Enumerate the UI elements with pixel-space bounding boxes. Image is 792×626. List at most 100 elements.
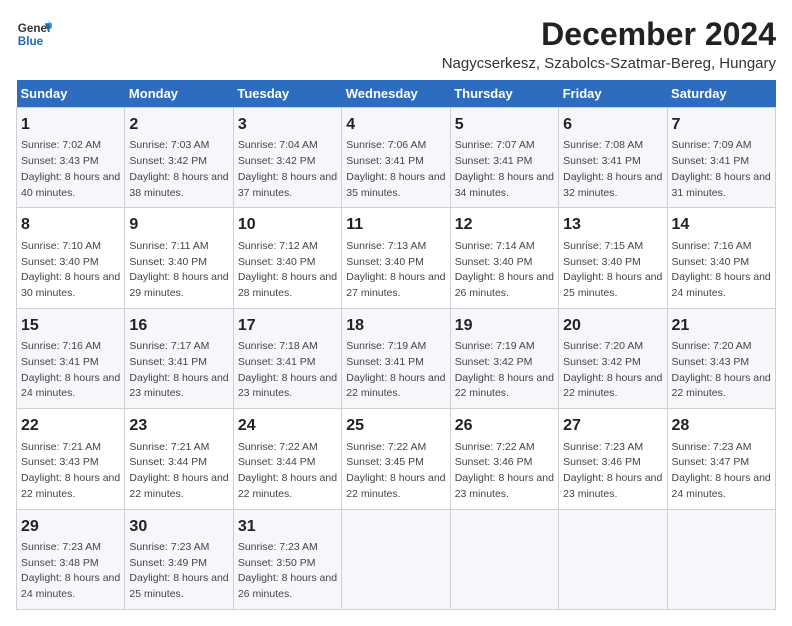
general-blue-logo-icon: General Blue	[16, 16, 52, 52]
page-title: December 2024	[442, 16, 776, 53]
calendar-week-row: 8 Sunrise: 7:10 AMSunset: 3:40 PMDaylight…	[17, 208, 776, 308]
calendar-cell: 19Sunrise: 7:19 AMSunset: 3:42 PMDayligh…	[450, 308, 558, 408]
calendar-cell: 13 Sunrise: 7:15 AMSunset: 3:40 PMDayligh…	[559, 208, 667, 308]
calendar-cell: 4Sunrise: 7:06 AMSunset: 3:41 PMDaylight…	[342, 108, 450, 208]
day-detail: Sunrise: 7:04 AMSunset: 3:42 PMDaylight:…	[238, 138, 337, 201]
calendar-cell: 2Sunrise: 7:03 AMSunset: 3:42 PMDaylight…	[125, 108, 233, 208]
day-detail: Sunrise: 7:14 AMSunset: 3:40 PMDaylight:…	[455, 239, 554, 302]
day-detail: Sunrise: 7:19 AMSunset: 3:42 PMDaylight:…	[455, 339, 554, 402]
day-number: 17	[238, 315, 337, 337]
day-number: 7	[672, 114, 771, 136]
calendar-cell: 27 Sunrise: 7:23 AMSunset: 3:46 PMDayligh…	[559, 409, 667, 509]
weekday-header-row: SundayMondayTuesdayWednesdayThursdayFrid…	[17, 80, 776, 108]
day-number: 6	[563, 114, 662, 136]
day-number: 20	[563, 315, 662, 337]
day-number: 22	[21, 415, 120, 437]
day-detail: Sunrise: 7:02 AMSunset: 3:43 PMDaylight:…	[21, 138, 120, 201]
calendar-cell	[559, 509, 667, 609]
calendar-cell: 17Sunrise: 7:18 AMSunset: 3:41 PMDayligh…	[233, 308, 341, 408]
calendar-cell: 21Sunrise: 7:20 AMSunset: 3:43 PMDayligh…	[667, 308, 775, 408]
day-detail: Sunrise: 7:11 AMSunset: 3:40 PMDaylight:…	[129, 239, 228, 302]
day-detail: Sunrise: 7:18 AMSunset: 3:41 PMDaylight:…	[238, 339, 337, 402]
calendar-cell: 29Sunrise: 7:23 AMSunset: 3:48 PMDayligh…	[17, 509, 125, 609]
svg-text:Blue: Blue	[18, 35, 44, 48]
page-header: General Blue December 2024 Nagycserkesz,…	[16, 16, 776, 72]
calendar-cell: 16Sunrise: 7:17 AMSunset: 3:41 PMDayligh…	[125, 308, 233, 408]
calendar-cell: 8 Sunrise: 7:10 AMSunset: 3:40 PMDaylight…	[17, 208, 125, 308]
calendar-cell: 14 Sunrise: 7:16 AMSunset: 3:40 PMDayligh…	[667, 208, 775, 308]
day-detail: Sunrise: 7:07 AMSunset: 3:41 PMDaylight:…	[455, 138, 554, 201]
weekday-header-thursday: Thursday	[450, 80, 558, 108]
day-number: 23	[129, 415, 228, 437]
day-detail: Sunrise: 7:17 AMSunset: 3:41 PMDaylight:…	[129, 339, 228, 402]
calendar-cell: 7Sunrise: 7:09 AMSunset: 3:41 PMDaylight…	[667, 108, 775, 208]
day-detail: Sunrise: 7:23 AMSunset: 3:48 PMDaylight:…	[21, 540, 120, 603]
day-detail: Sunrise: 7:20 AMSunset: 3:42 PMDaylight:…	[563, 339, 662, 402]
day-number: 1	[21, 114, 120, 136]
weekday-header-monday: Monday	[125, 80, 233, 108]
day-detail: Sunrise: 7:15 AMSunset: 3:40 PMDaylight:…	[563, 239, 662, 302]
calendar-cell	[342, 509, 450, 609]
calendar-cell: 1Sunrise: 7:02 AMSunset: 3:43 PMDaylight…	[17, 108, 125, 208]
day-number: 8	[21, 214, 120, 236]
day-number: 12	[455, 214, 554, 236]
day-number: 15	[21, 315, 120, 337]
day-number: 28	[672, 415, 771, 437]
day-detail: Sunrise: 7:23 AMSunset: 3:46 PMDaylight:…	[563, 440, 662, 503]
day-number: 16	[129, 315, 228, 337]
calendar-cell: 6Sunrise: 7:08 AMSunset: 3:41 PMDaylight…	[559, 108, 667, 208]
day-number: 13	[563, 214, 662, 236]
calendar-week-row: 22 Sunrise: 7:21 AMSunset: 3:43 PMDayligh…	[17, 409, 776, 509]
day-detail: Sunrise: 7:20 AMSunset: 3:43 PMDaylight:…	[672, 339, 771, 402]
day-detail: Sunrise: 7:22 AMSunset: 3:46 PMDaylight:…	[455, 440, 554, 503]
day-number: 27	[563, 415, 662, 437]
title-block: December 2024 Nagycserkesz, Szabolcs-Sza…	[442, 16, 776, 72]
calendar-cell: 30Sunrise: 7:23 AMSunset: 3:49 PMDayligh…	[125, 509, 233, 609]
day-detail: Sunrise: 7:23 AMSunset: 3:50 PMDaylight:…	[238, 540, 337, 603]
calendar-cell: 5Sunrise: 7:07 AMSunset: 3:41 PMDaylight…	[450, 108, 558, 208]
day-detail: Sunrise: 7:23 AMSunset: 3:49 PMDaylight:…	[129, 540, 228, 603]
calendar-cell: 10Sunrise: 7:12 AMSunset: 3:40 PMDayligh…	[233, 208, 341, 308]
calendar-cell	[450, 509, 558, 609]
day-number: 29	[21, 516, 120, 538]
day-detail: Sunrise: 7:16 AMSunset: 3:40 PMDaylight:…	[672, 239, 771, 302]
day-number: 11	[346, 214, 445, 236]
calendar-cell: 20Sunrise: 7:20 AMSunset: 3:42 PMDayligh…	[559, 308, 667, 408]
day-number: 9	[129, 214, 228, 236]
calendar-body: 1Sunrise: 7:02 AMSunset: 3:43 PMDaylight…	[17, 108, 776, 610]
day-detail: Sunrise: 7:23 AMSunset: 3:47 PMDaylight:…	[672, 440, 771, 503]
calendar-cell: 25 Sunrise: 7:22 AMSunset: 3:45 PMDayligh…	[342, 409, 450, 509]
day-detail: Sunrise: 7:08 AMSunset: 3:41 PMDaylight:…	[563, 138, 662, 201]
day-detail: Sunrise: 7:03 AMSunset: 3:42 PMDaylight:…	[129, 138, 228, 201]
day-detail: Sunrise: 7:13 AMSunset: 3:40 PMDaylight:…	[346, 239, 445, 302]
day-number: 10	[238, 214, 337, 236]
day-detail: Sunrise: 7:09 AMSunset: 3:41 PMDaylight:…	[672, 138, 771, 201]
calendar-cell: 28 Sunrise: 7:23 AMSunset: 3:47 PMDayligh…	[667, 409, 775, 509]
day-detail: Sunrise: 7:16 AMSunset: 3:41 PMDaylight:…	[21, 339, 120, 402]
day-detail: Sunrise: 7:06 AMSunset: 3:41 PMDaylight:…	[346, 138, 445, 201]
calendar-table: SundayMondayTuesdayWednesdayThursdayFrid…	[16, 80, 776, 610]
weekday-header-friday: Friday	[559, 80, 667, 108]
day-number: 25	[346, 415, 445, 437]
day-number: 14	[672, 214, 771, 236]
calendar-cell: 23Sunrise: 7:21 AMSunset: 3:44 PMDayligh…	[125, 409, 233, 509]
weekday-header-wednesday: Wednesday	[342, 80, 450, 108]
calendar-week-row: 29Sunrise: 7:23 AMSunset: 3:48 PMDayligh…	[17, 509, 776, 609]
day-number: 24	[238, 415, 337, 437]
calendar-cell: 9 Sunrise: 7:11 AMSunset: 3:40 PMDaylight…	[125, 208, 233, 308]
day-detail: Sunrise: 7:10 AMSunset: 3:40 PMDaylight:…	[21, 239, 120, 302]
day-number: 2	[129, 114, 228, 136]
day-detail: Sunrise: 7:22 AMSunset: 3:44 PMDaylight:…	[238, 440, 337, 503]
day-detail: Sunrise: 7:21 AMSunset: 3:43 PMDaylight:…	[21, 440, 120, 503]
calendar-cell: 22 Sunrise: 7:21 AMSunset: 3:43 PMDayligh…	[17, 409, 125, 509]
day-number: 3	[238, 114, 337, 136]
calendar-cell	[667, 509, 775, 609]
day-number: 4	[346, 114, 445, 136]
day-number: 31	[238, 516, 337, 538]
weekday-header-tuesday: Tuesday	[233, 80, 341, 108]
day-detail: Sunrise: 7:22 AMSunset: 3:45 PMDaylight:…	[346, 440, 445, 503]
calendar-cell: 11 Sunrise: 7:13 AMSunset: 3:40 PMDayligh…	[342, 208, 450, 308]
day-number: 30	[129, 516, 228, 538]
calendar-week-row: 15Sunrise: 7:16 AMSunset: 3:41 PMDayligh…	[17, 308, 776, 408]
day-number: 21	[672, 315, 771, 337]
